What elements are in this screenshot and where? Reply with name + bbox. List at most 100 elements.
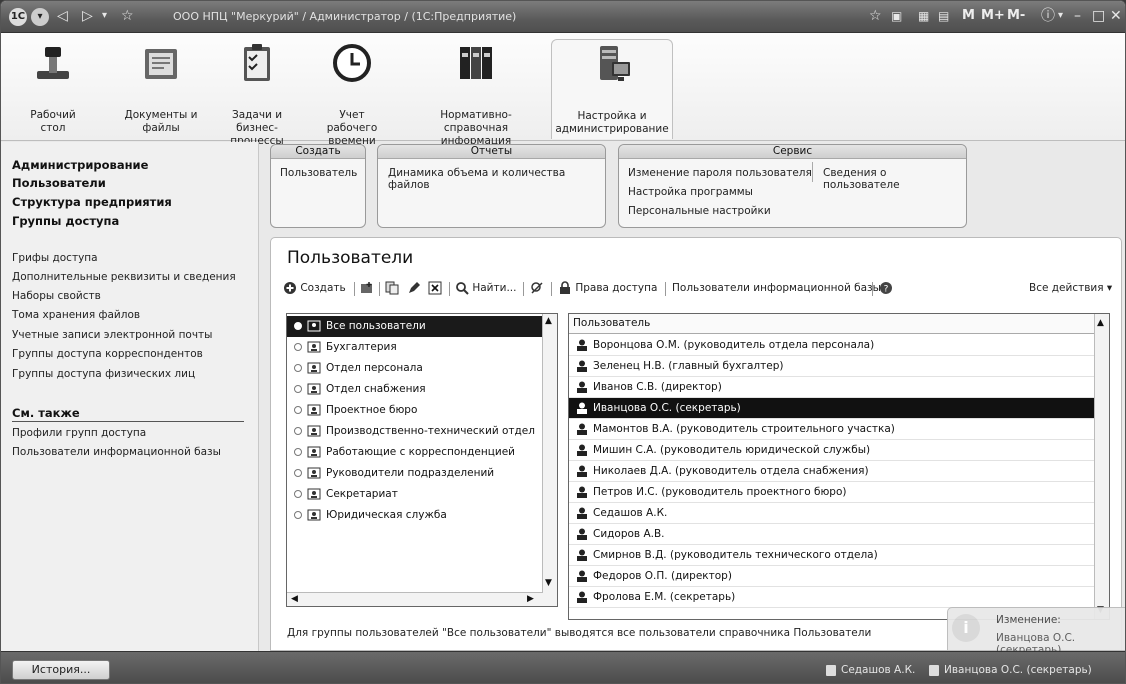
help-button[interactable]: ? — [879, 280, 893, 296]
see-also-link[interactable]: Профили групп доступа — [12, 427, 146, 439]
change-password-link[interactable]: Изменение пароля пользователя — [628, 167, 812, 179]
nav-administration[interactable]: Администрирование — [12, 158, 148, 172]
program-settings-link[interactable]: Настройка программы — [628, 186, 753, 198]
back-icon[interactable]: ◁ — [57, 7, 68, 25]
section-tasks[interactable]: Задачи и бизнес-процессы — [211, 39, 303, 147]
memory-plus-button[interactable]: M+ — [981, 7, 1005, 25]
copy-button[interactable] — [385, 280, 399, 296]
scroll-right-icon[interactable]: ▶ — [527, 594, 534, 604]
info-icon[interactable]: ⓘ — [1041, 7, 1055, 25]
nav-link[interactable]: Наборы свойств — [12, 290, 101, 302]
maximize-icon[interactable]: □ — [1092, 7, 1105, 25]
table-row[interactable]: Петров И.С. (руководитель проектного бюр… — [569, 482, 1095, 503]
all-actions-button[interactable]: Все действия ▾ — [1029, 280, 1112, 296]
scroll-up-icon[interactable]: ▲ — [545, 316, 552, 326]
column-header-user[interactable]: Пользователь — [569, 314, 1095, 334]
radio[interactable] — [294, 469, 302, 477]
nav-link[interactable]: Учетные записи электронной почты — [12, 329, 212, 341]
radio[interactable] — [294, 427, 302, 435]
create-button[interactable]: Создать — [283, 280, 346, 296]
user-groups-list[interactable]: Все пользователи Бухгалтерия Отдел персо… — [286, 313, 558, 607]
history-button[interactable]: История... — [12, 660, 110, 680]
radio[interactable] — [294, 511, 302, 519]
report-files-dynamics-link[interactable]: Динамика объема и количества файлов — [388, 167, 605, 191]
table-row[interactable]: Фролова Е.М. (секретарь) — [569, 587, 1095, 608]
nav-access-groups[interactable]: Группы доступа — [12, 214, 119, 228]
notification-popup[interactable]: i Изменение: Иванцова О.С. (секретарь) — [947, 607, 1125, 656]
group-row[interactable]: Руководители подразделений — [287, 463, 543, 484]
table-row[interactable]: Мамонтов В.А. (руководитель строительног… — [569, 419, 1095, 440]
group-row[interactable]: Юридическая служба — [287, 505, 543, 526]
nav-enterprise-structure[interactable]: Структура предприятия — [12, 195, 172, 209]
radio[interactable] — [294, 490, 302, 498]
section-documents[interactable]: Документы и файлы — [119, 39, 203, 139]
radio[interactable] — [294, 385, 302, 393]
add-favorite-icon[interactable]: ☆ — [869, 7, 882, 25]
active-user-item[interactable]: Иванцова О.С. (секретарь) — [929, 664, 1092, 676]
scroll-left-icon[interactable]: ◀ — [291, 594, 298, 604]
table-row-selected[interactable]: Иванцова О.С. (секретарь) — [569, 398, 1095, 419]
nav-link[interactable]: Дополнительные реквизиты и сведения — [12, 271, 236, 283]
group-row[interactable]: Производственно-технический отдел — [287, 421, 543, 442]
group-row[interactable]: Отдел персонала — [287, 358, 543, 379]
nav-link[interactable]: Группы доступа физических лиц — [12, 368, 195, 380]
group-row[interactable]: Все пользователи — [287, 316, 543, 337]
group-row[interactable]: Секретариат — [287, 484, 543, 505]
nav-link[interactable]: Группы доступа корреспондентов — [12, 348, 203, 360]
radio[interactable] — [294, 343, 302, 351]
memory-m-button[interactable]: M — [962, 7, 975, 25]
menu-icon[interactable]: ▾ — [31, 8, 49, 26]
table-row[interactable]: Воронцова О.М. (руководитель отдела перс… — [569, 335, 1095, 356]
table-row[interactable]: Седашов А.К. — [569, 503, 1095, 524]
find-button[interactable]: Найти... — [455, 280, 516, 296]
table-row[interactable]: Федоров О.П. (директор) — [569, 566, 1095, 587]
section-reference[interactable]: Нормативно-справочная информация — [411, 39, 541, 147]
favorites-icon[interactable]: ☆ — [121, 7, 134, 25]
info-dropdown-icon[interactable]: ▾ — [1058, 7, 1063, 25]
personal-settings-link[interactable]: Персональные настройки — [628, 205, 771, 217]
user-info-link[interactable]: Сведения о пользователе — [823, 167, 966, 191]
group-row[interactable]: Работающие с корреспонденцией — [287, 442, 543, 463]
table-row[interactable]: Сидоров А.В. — [569, 524, 1095, 545]
scroll-down-icon[interactable]: ▼ — [545, 578, 552, 588]
links-icon[interactable]: ▣ — [891, 7, 902, 25]
calendar-icon[interactable]: ▤ — [938, 7, 949, 25]
nav-link[interactable]: Тома хранения файлов — [12, 309, 140, 321]
see-also-link[interactable]: Пользователи информационной базы — [12, 446, 221, 458]
minimize-icon[interactable]: – — [1074, 7, 1081, 25]
history-dropdown-icon[interactable]: ▾ — [102, 7, 107, 25]
close-icon[interactable]: ✕ — [1110, 7, 1122, 25]
section-worktime[interactable]: Учет рабочего времени — [313, 39, 391, 147]
forward-icon[interactable]: ▷ — [82, 7, 93, 25]
vertical-scrollbar[interactable]: ▲ ▼ — [542, 314, 557, 606]
radio[interactable] — [294, 322, 302, 330]
create-folder-button[interactable] — [360, 280, 374, 296]
section-desktop[interactable]: Рабочий стол — [19, 39, 87, 139]
active-user-item[interactable]: Седашов А.К. — [826, 664, 915, 676]
group-row[interactable]: Бухгалтерия — [287, 337, 543, 358]
edit-button[interactable] — [407, 280, 421, 296]
delete-button[interactable] — [428, 280, 442, 296]
logo-icon[interactable]: 1С — [9, 8, 27, 26]
group-row[interactable]: Проектное бюро — [287, 400, 543, 421]
group-row[interactable]: Отдел снабжения — [287, 379, 543, 400]
calculator-icon[interactable]: ▦ — [918, 7, 929, 25]
users-table[interactable]: Пользователь Воронцова О.М. (руководител… — [568, 313, 1110, 620]
radio[interactable] — [294, 448, 302, 456]
radio[interactable] — [294, 406, 302, 414]
access-rights-button[interactable]: Права доступа — [558, 280, 657, 296]
create-user-link[interactable]: Пользователь — [280, 167, 357, 179]
nav-users[interactable]: Пользователи — [12, 176, 106, 190]
cancel-search-button[interactable] — [530, 280, 544, 296]
horizontal-scrollbar[interactable]: ◀ ▶ — [287, 592, 543, 606]
memory-minus-button[interactable]: M- — [1007, 7, 1025, 25]
table-row[interactable]: Мишин С.А. (руководитель юридической слу… — [569, 440, 1095, 461]
table-row[interactable]: Смирнов В.Д. (руководитель технического … — [569, 545, 1095, 566]
nav-link[interactable]: Грифы доступа — [12, 252, 98, 264]
table-row[interactable]: Зеленец Н.В. (главный бухгалтер) — [569, 356, 1095, 377]
table-row[interactable]: Иванов С.В. (директор) — [569, 377, 1095, 398]
radio[interactable] — [294, 364, 302, 372]
vertical-scrollbar[interactable]: ▲ ▼ — [1094, 314, 1109, 619]
scroll-up-icon[interactable]: ▲ — [1097, 318, 1104, 328]
table-row[interactable]: Николаев Д.А. (руководитель отдела снабж… — [569, 461, 1095, 482]
